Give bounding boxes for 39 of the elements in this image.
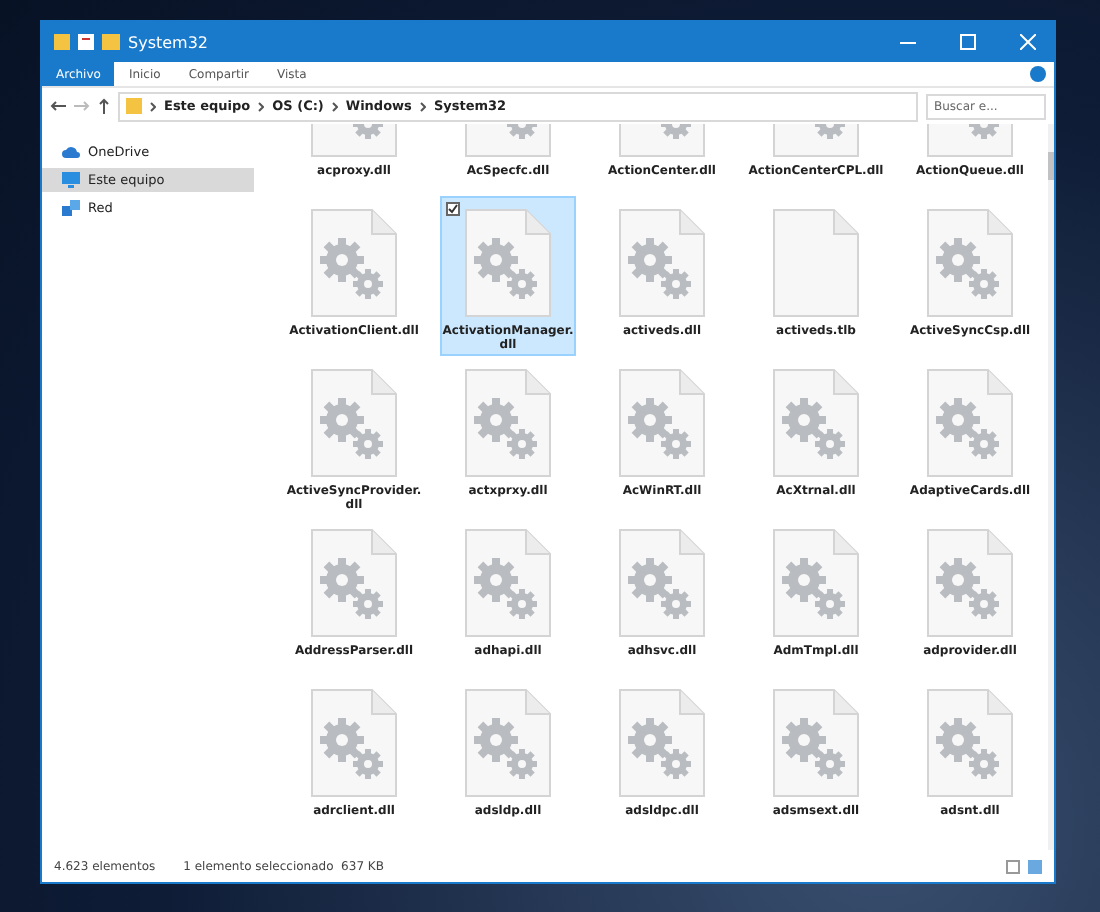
gear-file-icon [618,688,706,798]
network-icon [62,200,80,216]
back-arrow-icon[interactable] [50,100,66,112]
gear-file-icon [618,368,706,478]
gear-file-icon [926,688,1014,798]
chevron-icon [150,101,156,111]
close-icon [1020,34,1036,50]
gear-file-icon [464,688,552,798]
computer-icon [62,172,80,188]
checkbox-icon[interactable] [446,202,460,216]
gear-file-icon [464,368,552,478]
chevron-icon [331,101,338,111]
gear-file-icon [772,368,860,478]
properties-icon[interactable] [78,34,94,50]
gear-file-icon [310,688,398,798]
gear-file-icon [464,528,552,638]
gear-file-icon [310,208,398,318]
details-view-icon[interactable] [1006,859,1020,873]
up-arrow-icon[interactable] [98,98,110,114]
folder-icon [54,34,70,50]
gear-file-icon [310,368,398,478]
gear-file-icon [772,528,860,638]
large-icons-view-icon[interactable] [1028,859,1042,873]
gear-file-icon [310,528,398,638]
folder-icon [126,98,142,114]
gear-file-icon [926,368,1014,478]
chevron-icon [419,101,426,111]
blank-file-icon [772,208,860,318]
gear-file-icon [926,528,1014,638]
cloud-icon [62,146,80,158]
gear-file-icon [772,688,860,798]
gear-file-icon [464,208,552,318]
chevron-icon [258,101,265,111]
gear-file-icon [618,528,706,638]
maximize-icon [960,34,976,50]
window-title: System32 [128,33,209,51]
gear-file-icon [618,208,706,318]
help-icon[interactable] [1030,66,1046,82]
gear-file-icon [926,208,1014,318]
